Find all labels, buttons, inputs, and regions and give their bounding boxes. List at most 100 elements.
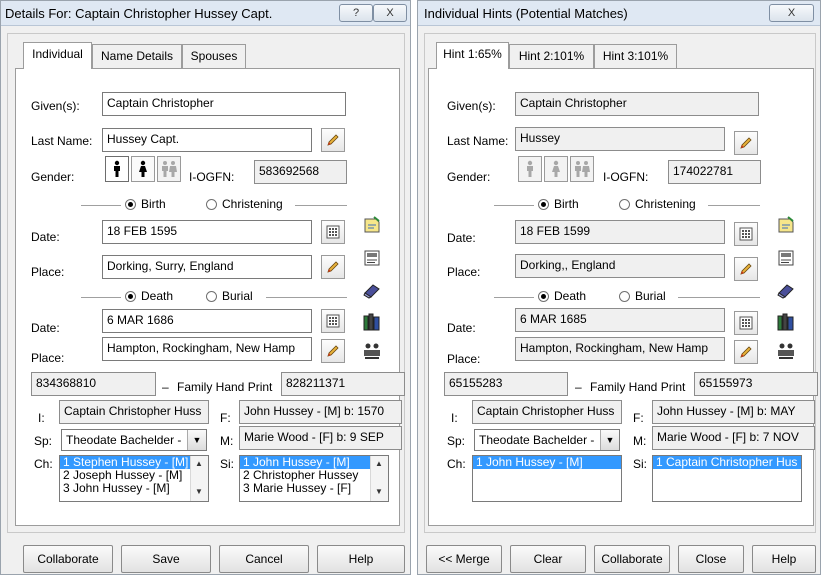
pencil-icon[interactable] bbox=[321, 255, 345, 279]
i-label: I: bbox=[451, 411, 458, 425]
save-button[interactable]: Save bbox=[121, 545, 211, 573]
note-icon[interactable] bbox=[774, 213, 798, 237]
chevron-down-icon[interactable]: ▼ bbox=[191, 484, 207, 500]
collaborate-button[interactable]: Collaborate bbox=[23, 545, 113, 573]
family-icon[interactable] bbox=[360, 339, 384, 363]
spouse-select[interactable]: Theodate Bachelder - ▼ bbox=[474, 429, 620, 451]
chevron-down-icon[interactable]: ▼ bbox=[600, 430, 619, 450]
burial-radio[interactable] bbox=[619, 291, 630, 302]
pencil-icon[interactable] bbox=[734, 340, 758, 364]
tab-spouses[interactable]: Spouses bbox=[182, 44, 246, 68]
help-title-button[interactable]: ? bbox=[339, 4, 373, 22]
source-icon[interactable] bbox=[774, 246, 798, 270]
individual-field: Captain Christopher Huss bbox=[59, 400, 209, 424]
children-list[interactable]: 1 John Hussey - [M] bbox=[472, 455, 622, 502]
iogfn-field: 174022781 bbox=[668, 160, 761, 184]
list-item[interactable]: 3 Marie Hussey - [F] bbox=[240, 482, 388, 495]
siblings-list[interactable]: 1 John Hussey - [M] 2 Christopher Hussey… bbox=[239, 455, 389, 502]
male-icon[interactable] bbox=[518, 156, 542, 182]
pencil-icon[interactable] bbox=[734, 131, 758, 155]
birth-radio[interactable] bbox=[538, 199, 549, 210]
death-separator-right bbox=[678, 297, 760, 298]
last-name-input[interactable]: Hussey Capt. bbox=[102, 128, 312, 152]
spouse-select[interactable]: Theodate Bachelder - ▼ bbox=[61, 429, 207, 451]
burial-label: Burial bbox=[222, 289, 253, 303]
couple-icon[interactable] bbox=[570, 156, 594, 182]
eraser-icon[interactable] bbox=[774, 278, 798, 302]
death-date-label: Date: bbox=[31, 321, 60, 335]
chevron-up-icon[interactable]: ▲ bbox=[371, 456, 387, 472]
books-icon[interactable] bbox=[774, 310, 798, 334]
last-name-label: Last Name: bbox=[447, 134, 509, 148]
m-label: M: bbox=[633, 434, 647, 448]
chevron-up-icon[interactable]: ▲ bbox=[191, 456, 207, 472]
family-icon[interactable] bbox=[774, 339, 798, 363]
family-hand-print-label: Family Hand Print bbox=[177, 380, 273, 394]
id-left-field: 65155283 bbox=[444, 372, 568, 396]
close-title-button[interactable]: X bbox=[769, 4, 814, 22]
couple-icon[interactable] bbox=[157, 156, 181, 182]
pencil-icon[interactable] bbox=[734, 257, 758, 281]
birth-radio[interactable] bbox=[125, 199, 136, 210]
burial-radio[interactable] bbox=[206, 291, 217, 302]
birth-date-input[interactable]: 18 FEB 1595 bbox=[102, 220, 312, 244]
death-place-field: Hampton, Rockingham, New Hamp bbox=[515, 337, 725, 361]
tab-name-details[interactable]: Name Details bbox=[92, 44, 182, 68]
tab-individual[interactable]: Individual bbox=[23, 42, 92, 69]
chevron-down-icon[interactable]: ▼ bbox=[187, 430, 206, 450]
tab-hint-2[interactable]: Hint 2:101% bbox=[509, 44, 594, 68]
iogfn-field: 583692568 bbox=[254, 160, 347, 184]
birth-date-label: Date: bbox=[31, 230, 60, 244]
christening-radio[interactable] bbox=[206, 199, 217, 210]
help-button[interactable]: Help bbox=[752, 545, 816, 573]
given-input[interactable]: Captain Christopher bbox=[102, 92, 346, 116]
clear-button[interactable]: Clear bbox=[510, 545, 586, 573]
close-title-button[interactable]: X bbox=[373, 4, 407, 22]
children-scrollbar[interactable]: ▲ ▼ bbox=[190, 456, 208, 501]
source-icon[interactable] bbox=[360, 246, 384, 270]
tab-hint-3[interactable]: Hint 3:101% bbox=[594, 44, 677, 68]
death-label: Death bbox=[141, 289, 174, 303]
female-icon[interactable] bbox=[131, 156, 155, 182]
merge-button[interactable]: << Merge bbox=[426, 545, 502, 573]
tab-hint-1[interactable]: Hint 1:65% bbox=[436, 42, 509, 69]
birth-place-input[interactable]: Dorking, Surry, England bbox=[102, 255, 312, 279]
death-separator-left bbox=[494, 297, 534, 298]
help-button[interactable]: Help bbox=[317, 545, 405, 573]
given-field: Captain Christopher bbox=[515, 92, 759, 116]
calendar-icon[interactable] bbox=[321, 309, 345, 333]
note-icon[interactable] bbox=[360, 213, 384, 237]
list-item[interactable]: 1 Captain Christopher Hus bbox=[653, 456, 801, 469]
collaborate-button[interactable]: Collaborate bbox=[594, 545, 670, 573]
siblings-list[interactable]: 1 Captain Christopher Hus bbox=[652, 455, 802, 502]
siblings-scrollbar[interactable]: ▲ ▼ bbox=[370, 456, 388, 501]
calendar-icon[interactable] bbox=[321, 220, 345, 244]
christening-radio[interactable] bbox=[619, 199, 630, 210]
books-icon[interactable] bbox=[360, 310, 384, 334]
calendar-icon[interactable] bbox=[734, 222, 758, 246]
gender-label: Gender: bbox=[31, 170, 75, 184]
death-place-input[interactable]: Hampton, Rockingham, New Hamp bbox=[102, 337, 312, 361]
close-button[interactable]: Close bbox=[678, 545, 744, 573]
children-list[interactable]: 1 Stephen Hussey - [M] 2 Joseph Hussey -… bbox=[59, 455, 209, 502]
chevron-down-icon[interactable]: ▼ bbox=[371, 484, 387, 500]
female-icon[interactable] bbox=[544, 156, 568, 182]
death-label: Death bbox=[554, 289, 587, 303]
list-item[interactable]: 1 John Hussey - [M] bbox=[473, 456, 621, 469]
iogfn-label: I-OGFN: bbox=[603, 170, 649, 184]
list-item[interactable]: 3 John Hussey - [M] bbox=[60, 482, 208, 495]
pencil-icon[interactable] bbox=[321, 339, 345, 363]
death-radio[interactable] bbox=[538, 291, 549, 302]
eraser-icon[interactable] bbox=[360, 278, 384, 302]
male-icon[interactable] bbox=[105, 156, 129, 182]
death-radio[interactable] bbox=[125, 291, 136, 302]
death-date-input[interactable]: 6 MAR 1686 bbox=[102, 309, 312, 333]
cancel-button[interactable]: Cancel bbox=[219, 545, 309, 573]
death-separator-left bbox=[81, 297, 121, 298]
calendar-icon[interactable] bbox=[734, 311, 758, 335]
christening-label: Christening bbox=[635, 197, 696, 211]
details-title: Details For: Captain Christopher Hussey … bbox=[5, 6, 273, 21]
details-window: Details For: Captain Christopher Hussey … bbox=[0, 0, 411, 575]
sp-label: Sp: bbox=[34, 434, 53, 448]
pencil-icon[interactable] bbox=[321, 128, 345, 152]
